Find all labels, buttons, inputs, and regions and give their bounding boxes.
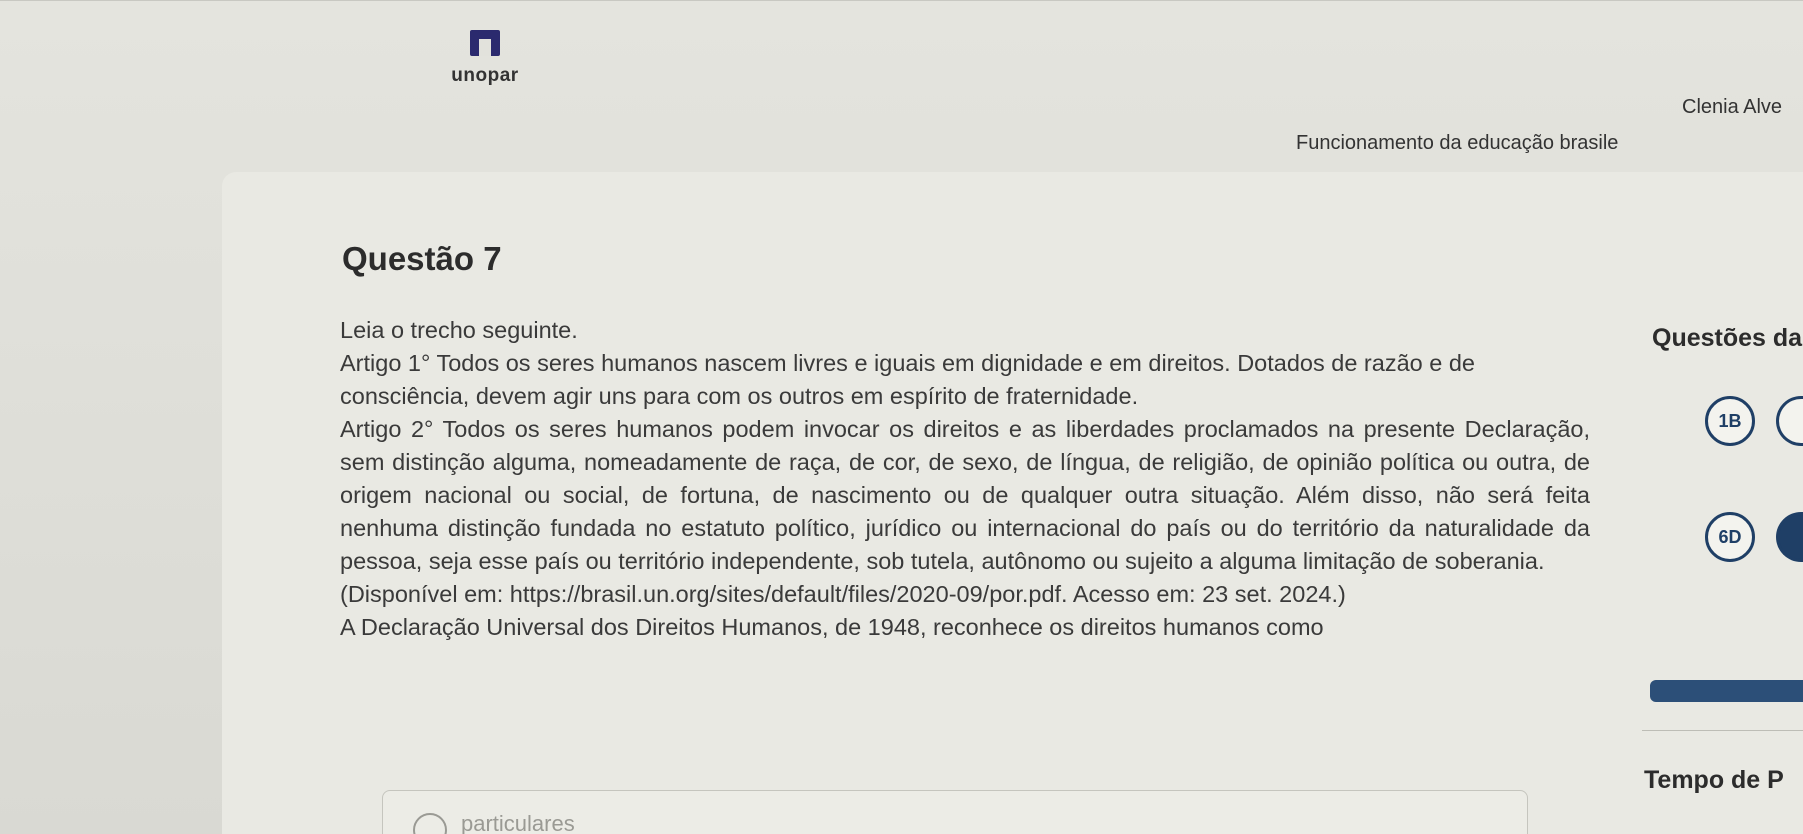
user-name[interactable]: Clenia Alve: [1682, 96, 1782, 119]
answer-option-a[interactable]: particulares: [382, 790, 1528, 834]
answer-option-text: particulares: [461, 811, 575, 834]
question-article-1: Artigo 1° Todos os seres humanos nascem …: [340, 350, 1475, 409]
course-name: Funcionamento da educação brasile: [1296, 132, 1619, 154]
question-title: Questão 7: [342, 240, 502, 277]
question-body: Leia o trecho seguinte. Artigo 1° Todos …: [340, 314, 1590, 644]
unopar-logo-icon: [470, 30, 500, 56]
timer-label: Tempo de P: [1644, 766, 1784, 794]
question-nav-badge[interactable]: 6D: [1705, 512, 1755, 562]
sidebar-button[interactable]: [1650, 680, 1803, 702]
brand[interactable]: unopar: [440, 30, 530, 87]
brand-name: unopar: [451, 65, 519, 86]
screen: unopar Clenia Alve Funcionamento da educ…: [0, 0, 1803, 834]
question-prompt: A Declaração Universal dos Direitos Huma…: [340, 614, 1324, 640]
radio-button[interactable]: [413, 813, 447, 834]
sidebar-divider: [1642, 730, 1803, 731]
question-source: (Disponível em: https://brasil.un.org/si…: [340, 581, 1346, 607]
question-intro: Leia o trecho seguinte.: [340, 317, 578, 343]
question-nav-badge[interactable]: 1B: [1705, 396, 1755, 446]
sidebar-title: Questões da: [1652, 324, 1803, 352]
top-divider: [0, 0, 1803, 1]
question-article-2: Artigo 2° Todos os seres humanos podem i…: [340, 416, 1590, 574]
